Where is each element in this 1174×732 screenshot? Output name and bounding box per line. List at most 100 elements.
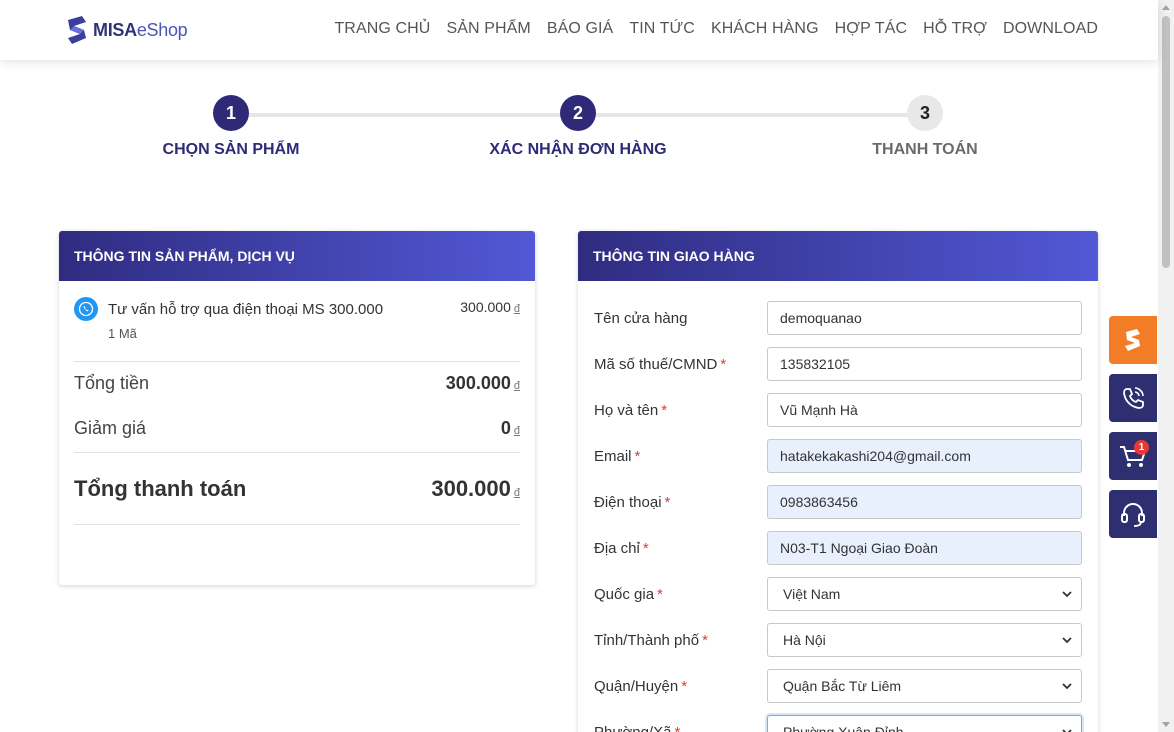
- step-payment[interactable]: 3 THANH TOÁN: [775, 95, 1075, 159]
- discount-row: Giảm giá 0đ: [74, 418, 520, 439]
- field-phone: Điện thoại * 0983863456: [594, 485, 1082, 519]
- field-label: Tỉnh/Thành phố *: [594, 632, 767, 649]
- required-mark: *: [642, 539, 649, 557]
- scroll-up-arrow[interactable]: [1162, 5, 1170, 10]
- field-address: Địa chỉ * N03-T1 Ngoại Giao Đoàn: [594, 531, 1082, 565]
- step-number: 3: [907, 95, 943, 131]
- select-value: Hà Nội: [783, 632, 826, 648]
- product-name: Tư vấn hỗ trợ qua điện thoại MS 300.000: [108, 301, 384, 318]
- field-full-name: Họ và tên * Vũ Mạnh Hà: [594, 393, 1082, 427]
- field-label-text: Họ và tên: [594, 401, 659, 419]
- country-select[interactable]: Việt Nam: [767, 577, 1082, 611]
- scroll-thumb[interactable]: [1162, 16, 1170, 268]
- misa-eshop-logo[interactable]: MISAeShop: [64, 13, 188, 47]
- select-value: Quận Bắc Từ Liêm: [783, 678, 902, 694]
- email-input[interactable]: hatakekakashi204@gmail.com: [767, 439, 1082, 473]
- field-label-text: Quận/Huyện: [594, 677, 679, 695]
- nav-support[interactable]: HỖ TRỢ: [923, 20, 987, 38]
- misa-chat-button[interactable]: [1109, 316, 1157, 364]
- required-mark: *: [720, 355, 727, 373]
- store-name-input[interactable]: demoquanao: [767, 301, 1082, 335]
- field-label-text: Quốc gia: [594, 585, 655, 603]
- misa-logo-icon: [68, 16, 86, 44]
- misa-logo-icon: [1125, 329, 1140, 351]
- subtotal-amount: 300.000 đ: [446, 373, 520, 394]
- required-mark: *: [657, 585, 663, 603]
- product-info-card: THÔNG TIN SẢN PHẨM, DỊCH VỤ Tư vấn hỗ tr…: [59, 231, 535, 585]
- subtotal-row: Tổng tiền 300.000 đ: [74, 373, 520, 394]
- field-label-text: Phường/Xã: [594, 723, 672, 732]
- hotline-button[interactable]: [1109, 374, 1157, 422]
- logo-product: eShop: [136, 19, 188, 40]
- nav-pricing[interactable]: BÁO GIÁ: [547, 20, 614, 38]
- logo-brand: MISA: [93, 19, 137, 40]
- step-confirm-order[interactable]: 2 XÁC NHẬN ĐƠN HÀNG: [428, 95, 728, 159]
- field-ward: Phường/Xã * Phường Xuân Đỉnh: [594, 715, 1082, 732]
- nav-customers[interactable]: KHÁCH HÀNG: [711, 20, 819, 38]
- total-row: Tổng thanh toán 300.000 đ: [74, 476, 520, 502]
- province-select[interactable]: Hà Nội: [767, 623, 1082, 657]
- site-header: MISAeShop TRANG CHỦ SẢN PHẨM BÁO GIÁ TIN…: [0, 0, 1158, 60]
- total-label: Tổng thanh toán: [74, 476, 247, 501]
- tax-id-input[interactable]: 135832105: [767, 347, 1082, 381]
- nav-products[interactable]: SẢN PHẨM: [446, 20, 530, 38]
- field-province: Tỉnh/Thành phố * Hà Nội: [594, 623, 1082, 657]
- currency-symbol: đ: [513, 487, 520, 499]
- step-label: XÁC NHẬN ĐƠN HÀNG: [489, 141, 667, 158]
- required-mark: *: [664, 493, 671, 511]
- cart-button[interactable]: 1: [1109, 432, 1157, 480]
- divider: [74, 361, 520, 362]
- field-label-text: Tên cửa hàng: [594, 309, 688, 327]
- field-label-text: Email: [594, 447, 632, 465]
- main-nav: TRANG CHỦ SẢN PHẨM BÁO GIÁ TIN TỨC KHÁCH…: [334, 0, 1098, 58]
- nav-download[interactable]: DOWNLOAD: [1003, 20, 1098, 38]
- field-label: Họ và tên *: [594, 402, 767, 419]
- field-label: Quốc gia *: [594, 586, 767, 603]
- currency-symbol: đ: [513, 380, 520, 392]
- field-store-name: Tên cửa hàng demoquanao: [594, 301, 1082, 335]
- scroll-down-arrow[interactable]: [1162, 722, 1170, 727]
- chevron-down-icon: [1062, 637, 1072, 644]
- field-email: Email * hatakekakashi204@gmail.com: [594, 439, 1082, 473]
- field-label: Email *: [594, 448, 767, 465]
- field-label-text: Địa chỉ: [594, 539, 640, 557]
- currency-symbol: đ: [513, 303, 520, 315]
- phone-call-icon: [1123, 387, 1144, 409]
- address-input[interactable]: N03-T1 Ngoại Giao Đoàn: [767, 531, 1082, 565]
- field-label: Điện thoại *: [594, 494, 767, 511]
- required-mark: *: [634, 447, 641, 465]
- chevron-down-icon: [1062, 591, 1072, 598]
- phone-input[interactable]: 0983863456: [767, 485, 1082, 519]
- nav-home[interactable]: TRANG CHỦ: [334, 20, 430, 38]
- chevron-down-icon: [1062, 683, 1072, 690]
- required-mark: *: [661, 401, 668, 419]
- field-label: Tên cửa hàng: [594, 310, 767, 327]
- step-label: CHỌN SẢN PHẨM: [162, 141, 300, 158]
- field-label: Mã số thuế/CMND *: [594, 356, 767, 373]
- full-name-input[interactable]: Vũ Mạnh Hà: [767, 393, 1082, 427]
- field-label: Phường/Xã *: [594, 724, 767, 732]
- divider: [74, 524, 520, 525]
- field-label: Địa chỉ *: [594, 540, 767, 557]
- ward-select[interactable]: Phường Xuân Đỉnh: [767, 715, 1082, 732]
- subtotal-value: 300.000: [445, 373, 511, 393]
- nav-news[interactable]: TIN TỨC: [629, 20, 695, 38]
- currency-symbol: đ: [513, 425, 520, 437]
- nav-partners[interactable]: HỢP TÁC: [835, 20, 908, 38]
- step-select-product[interactable]: 1 CHỌN SẢN PHẨM: [81, 95, 381, 159]
- discount-value: 0: [500, 418, 511, 438]
- field-country: Quốc gia * Việt Nam: [594, 577, 1082, 611]
- required-mark: *: [674, 723, 681, 732]
- logo-text: MISAeShop: [93, 19, 188, 41]
- required-mark: *: [702, 631, 708, 649]
- product-price-value: 300.000: [460, 299, 511, 315]
- required-mark: *: [681, 677, 688, 695]
- total-amount: 300.000 đ: [431, 476, 520, 502]
- support-button[interactable]: [1109, 490, 1157, 538]
- select-value: Việt Nam: [783, 586, 841, 602]
- divider: [74, 452, 520, 453]
- chevron-down-icon: [1062, 729, 1072, 732]
- total-value: 300.000: [431, 476, 511, 501]
- district-select[interactable]: Quận Bắc Từ Liêm: [767, 669, 1082, 703]
- page-scrollbar[interactable]: [1158, 0, 1174, 732]
